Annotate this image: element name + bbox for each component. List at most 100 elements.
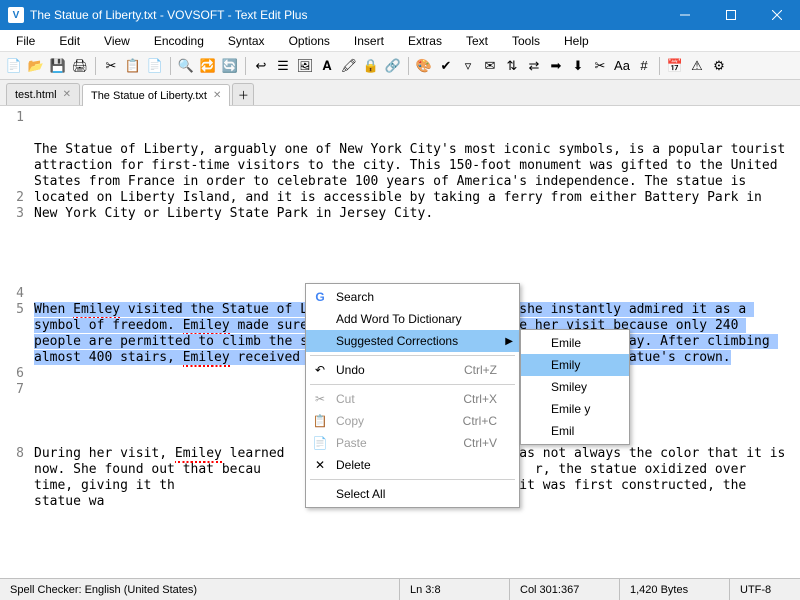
status-spellchecker: Spell Checker: English (United States) <box>0 579 400 600</box>
tab-label: The Statue of Liberty.txt <box>91 90 207 102</box>
arrow-icon[interactable]: ➡ <box>546 56 566 76</box>
highlight-icon[interactable]: 🖍 <box>339 56 359 76</box>
undo-icon: ↶ <box>312 363 328 377</box>
minimize-button[interactable] <box>662 0 708 30</box>
tab-statue-of-liberty[interactable]: The Statue of Liberty.txt ✕ <box>82 84 230 106</box>
ctx-copy[interactable]: 📋CopyCtrl+C <box>306 410 519 432</box>
new-tab-button[interactable]: ＋ <box>232 83 254 105</box>
menu-extras[interactable]: Extras <box>396 32 454 50</box>
new-file-icon[interactable]: 📄 <box>4 56 24 76</box>
replace-icon[interactable]: 🔁 <box>198 56 218 76</box>
filter-icon[interactable]: ▿ <box>458 56 478 76</box>
status-bar: Spell Checker: English (United States) L… <box>0 578 800 600</box>
paragraph: The Statue of Liberty, arguably one of N… <box>34 142 792 222</box>
ctx-suggested-corrections[interactable]: Suggested Corrections▶ <box>306 330 519 352</box>
ctx-undo[interactable]: ↶UndoCtrl+Z <box>306 359 519 381</box>
status-line: Ln 3:8 <box>400 579 510 600</box>
open-file-icon[interactable]: 📂 <box>26 56 46 76</box>
color-icon[interactable]: 🎨 <box>414 56 434 76</box>
ctx-search[interactable]: GSearch <box>306 286 519 308</box>
menu-tools[interactable]: Tools <box>500 32 552 50</box>
window-controls <box>662 0 800 30</box>
toolbar-separator <box>408 57 409 75</box>
menu-syntax[interactable]: Syntax <box>216 32 277 50</box>
indent-icon[interactable]: ☰ <box>273 56 293 76</box>
tab-test-html[interactable]: test.html ✕ <box>6 83 80 105</box>
tab-close-icon[interactable]: ✕ <box>213 90 221 101</box>
menu-options[interactable]: Options <box>277 32 342 50</box>
copy-icon: 📋 <box>312 414 328 428</box>
case-icon[interactable]: Aa <box>612 56 632 76</box>
menu-text[interactable]: Text <box>454 32 500 50</box>
suggestion-emil[interactable]: Emil <box>521 420 629 442</box>
font-icon[interactable]: 𝐀 <box>317 56 337 76</box>
date-icon[interactable]: 📅 <box>665 56 685 76</box>
copy-icon[interactable]: 📋 <box>123 56 143 76</box>
lock-icon[interactable]: 🔒 <box>361 56 381 76</box>
ctx-cut[interactable]: ✂CutCtrl+X <box>306 388 519 410</box>
tab-close-icon[interactable]: ✕ <box>63 89 71 100</box>
delete-icon: ✕ <box>312 458 328 472</box>
print-icon[interactable]: 🖨 <box>70 56 90 76</box>
tab-bar: test.html ✕ The Statue of Liberty.txt ✕ … <box>0 80 800 106</box>
number-icon[interactable]: # <box>634 56 654 76</box>
ctx-delete[interactable]: ✕Delete <box>306 454 519 476</box>
maximize-button[interactable] <box>708 0 754 30</box>
status-bytes: 1,420 Bytes <box>620 579 730 600</box>
tab-label: test.html <box>15 89 57 101</box>
line-number-gutter: 1 2 3 4 5 6 7 8 <box>0 106 30 578</box>
cut-icon: ✂ <box>312 392 328 406</box>
status-col: Col 301:367 <box>510 579 620 600</box>
paste-icon[interactable]: 📄 <box>145 56 165 76</box>
app-icon: V <box>8 7 24 23</box>
sort-icon[interactable]: ⇅ <box>502 56 522 76</box>
titlebar: V The Statue of Liberty.txt - VOVSOFT - … <box>0 0 800 30</box>
ctx-add-word[interactable]: Add Word To Dictionary <box>306 308 519 330</box>
toolbar-separator <box>659 57 660 75</box>
stats-icon[interactable]: ✔ <box>436 56 456 76</box>
ctx-paste[interactable]: 📄PasteCtrl+V <box>306 432 519 454</box>
menubar: File Edit View Encoding Syntax Options I… <box>0 30 800 52</box>
menu-separator <box>310 384 515 385</box>
blank-line <box>34 542 792 558</box>
menu-separator <box>310 355 515 356</box>
alert-icon[interactable]: ⚠ <box>687 56 707 76</box>
refresh-icon[interactable]: 🔄 <box>220 56 240 76</box>
toolbar-separator <box>170 57 171 75</box>
suggestions-submenu[interactable]: Emile Emily Smiley Emile y Emil <box>520 329 630 445</box>
suggestion-smiley[interactable]: Smiley <box>521 376 629 398</box>
submenu-arrow-icon: ▶ <box>505 336 513 347</box>
google-icon: G <box>312 290 328 304</box>
suggestion-emile[interactable]: Emile <box>521 332 629 354</box>
window-title: The Statue of Liberty.txt - VOVSOFT - Te… <box>30 8 662 22</box>
image-icon[interactable]: 🖼 <box>295 56 315 76</box>
menu-edit[interactable]: Edit <box>47 32 92 50</box>
menu-encoding[interactable]: Encoding <box>142 32 216 50</box>
cut-icon[interactable]: ✂ <box>101 56 121 76</box>
status-encoding: UTF-8 <box>730 579 800 600</box>
menu-insert[interactable]: Insert <box>342 32 396 50</box>
menu-view[interactable]: View <box>92 32 142 50</box>
menu-file[interactable]: File <box>4 32 47 50</box>
ctx-select-all[interactable]: Select All <box>306 483 519 505</box>
close-button[interactable] <box>754 0 800 30</box>
down-icon[interactable]: ⬇ <box>568 56 588 76</box>
context-menu[interactable]: GSearch Add Word To Dictionary Suggested… <box>305 283 520 508</box>
suggestion-emile-y[interactable]: Emile y <box>521 398 629 420</box>
menu-help[interactable]: Help <box>552 32 601 50</box>
mail-icon[interactable]: ✉ <box>480 56 500 76</box>
paste-icon: 📄 <box>312 436 328 450</box>
suggestion-emily[interactable]: Emily <box>521 354 629 376</box>
toolbar: 📄 📂 💾 🖨 ✂ 📋 📄 🔍 🔁 🔄 ↩ ☰ 🖼 𝐀 🖍 🔒 🔗 🎨 ✔ ▿ … <box>0 52 800 80</box>
save-icon[interactable]: 💾 <box>48 56 68 76</box>
menu-separator <box>310 479 515 480</box>
compare-icon[interactable]: ⇄ <box>524 56 544 76</box>
blank-line <box>34 254 792 270</box>
link-icon[interactable]: 🔗 <box>383 56 403 76</box>
toolbar-separator <box>95 57 96 75</box>
settings-icon[interactable]: ⚙ <box>709 56 729 76</box>
toolbar-separator <box>245 57 246 75</box>
wordwrap-icon[interactable]: ↩ <box>251 56 271 76</box>
trim-icon[interactable]: ✂ <box>590 56 610 76</box>
find-icon[interactable]: 🔍 <box>176 56 196 76</box>
